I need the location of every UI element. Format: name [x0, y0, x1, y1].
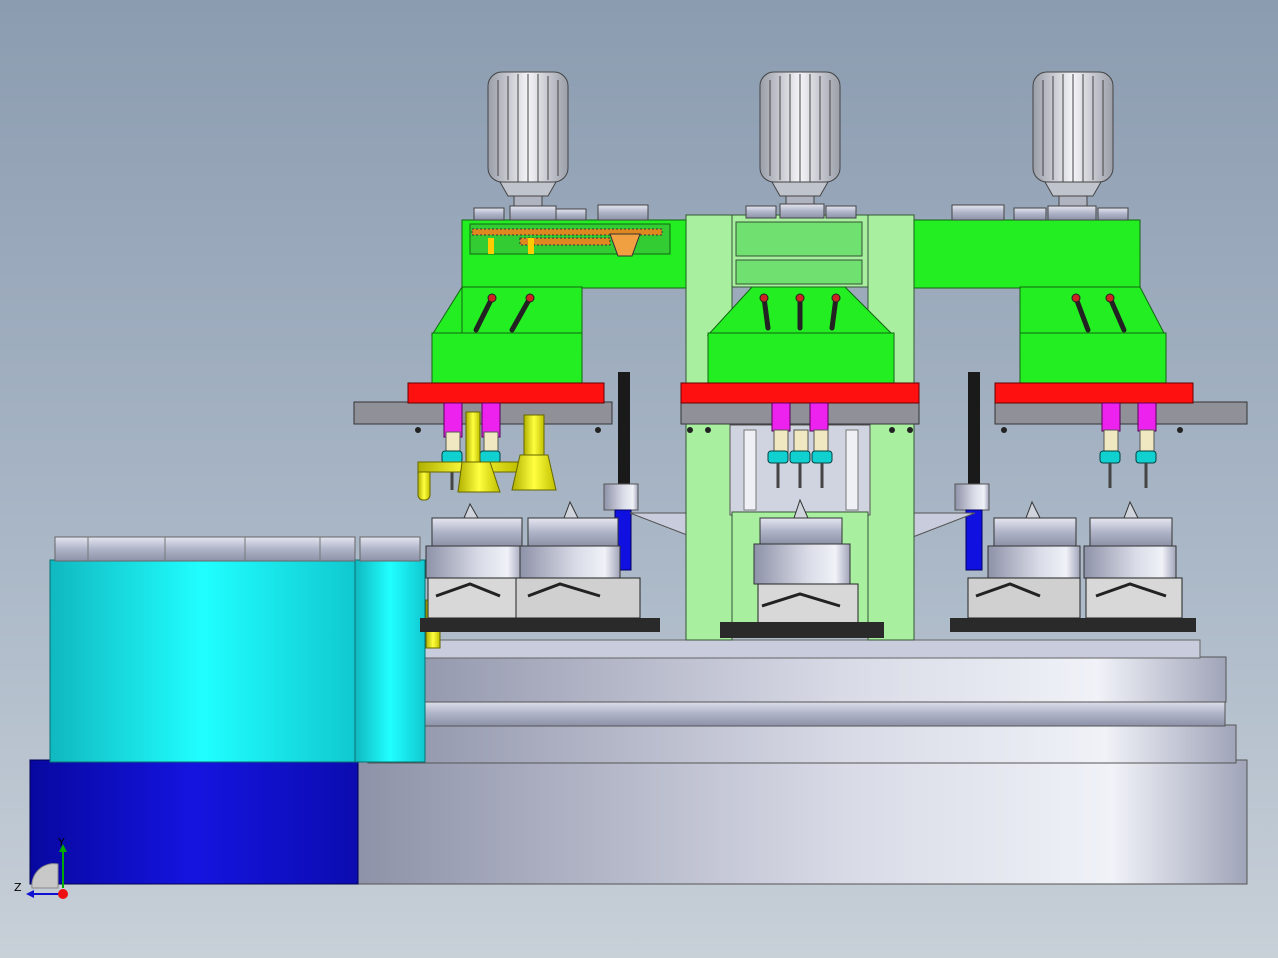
- triad-axes: [26, 844, 68, 899]
- red-mount-plates[interactable]: [407, 382, 1194, 404]
- workholding-fixtures[interactable]: [420, 498, 1196, 638]
- motor-right[interactable]: [1032, 71, 1114, 209]
- motor-left[interactable]: [487, 71, 569, 209]
- pulleys: [473, 203, 1129, 221]
- fixture-right-2[interactable]: [1078, 517, 1196, 632]
- fixture-left-1[interactable]: [420, 517, 523, 632]
- machine-assembly-model[interactable]: [0, 0, 1278, 958]
- view-orientation-triad[interactable]: Y Z: [14, 836, 74, 906]
- z-axis-label: Z: [14, 881, 22, 894]
- cad-viewport[interactable]: Y Z: [0, 0, 1278, 958]
- origin-icon: [58, 889, 68, 899]
- y-axis-label: Y: [58, 836, 65, 849]
- motor-center[interactable]: [759, 71, 841, 209]
- machine-base[interactable]: [354, 639, 1248, 885]
- drill-head-right[interactable]: [913, 219, 1167, 384]
- z-axis-arrow-icon: [26, 890, 34, 898]
